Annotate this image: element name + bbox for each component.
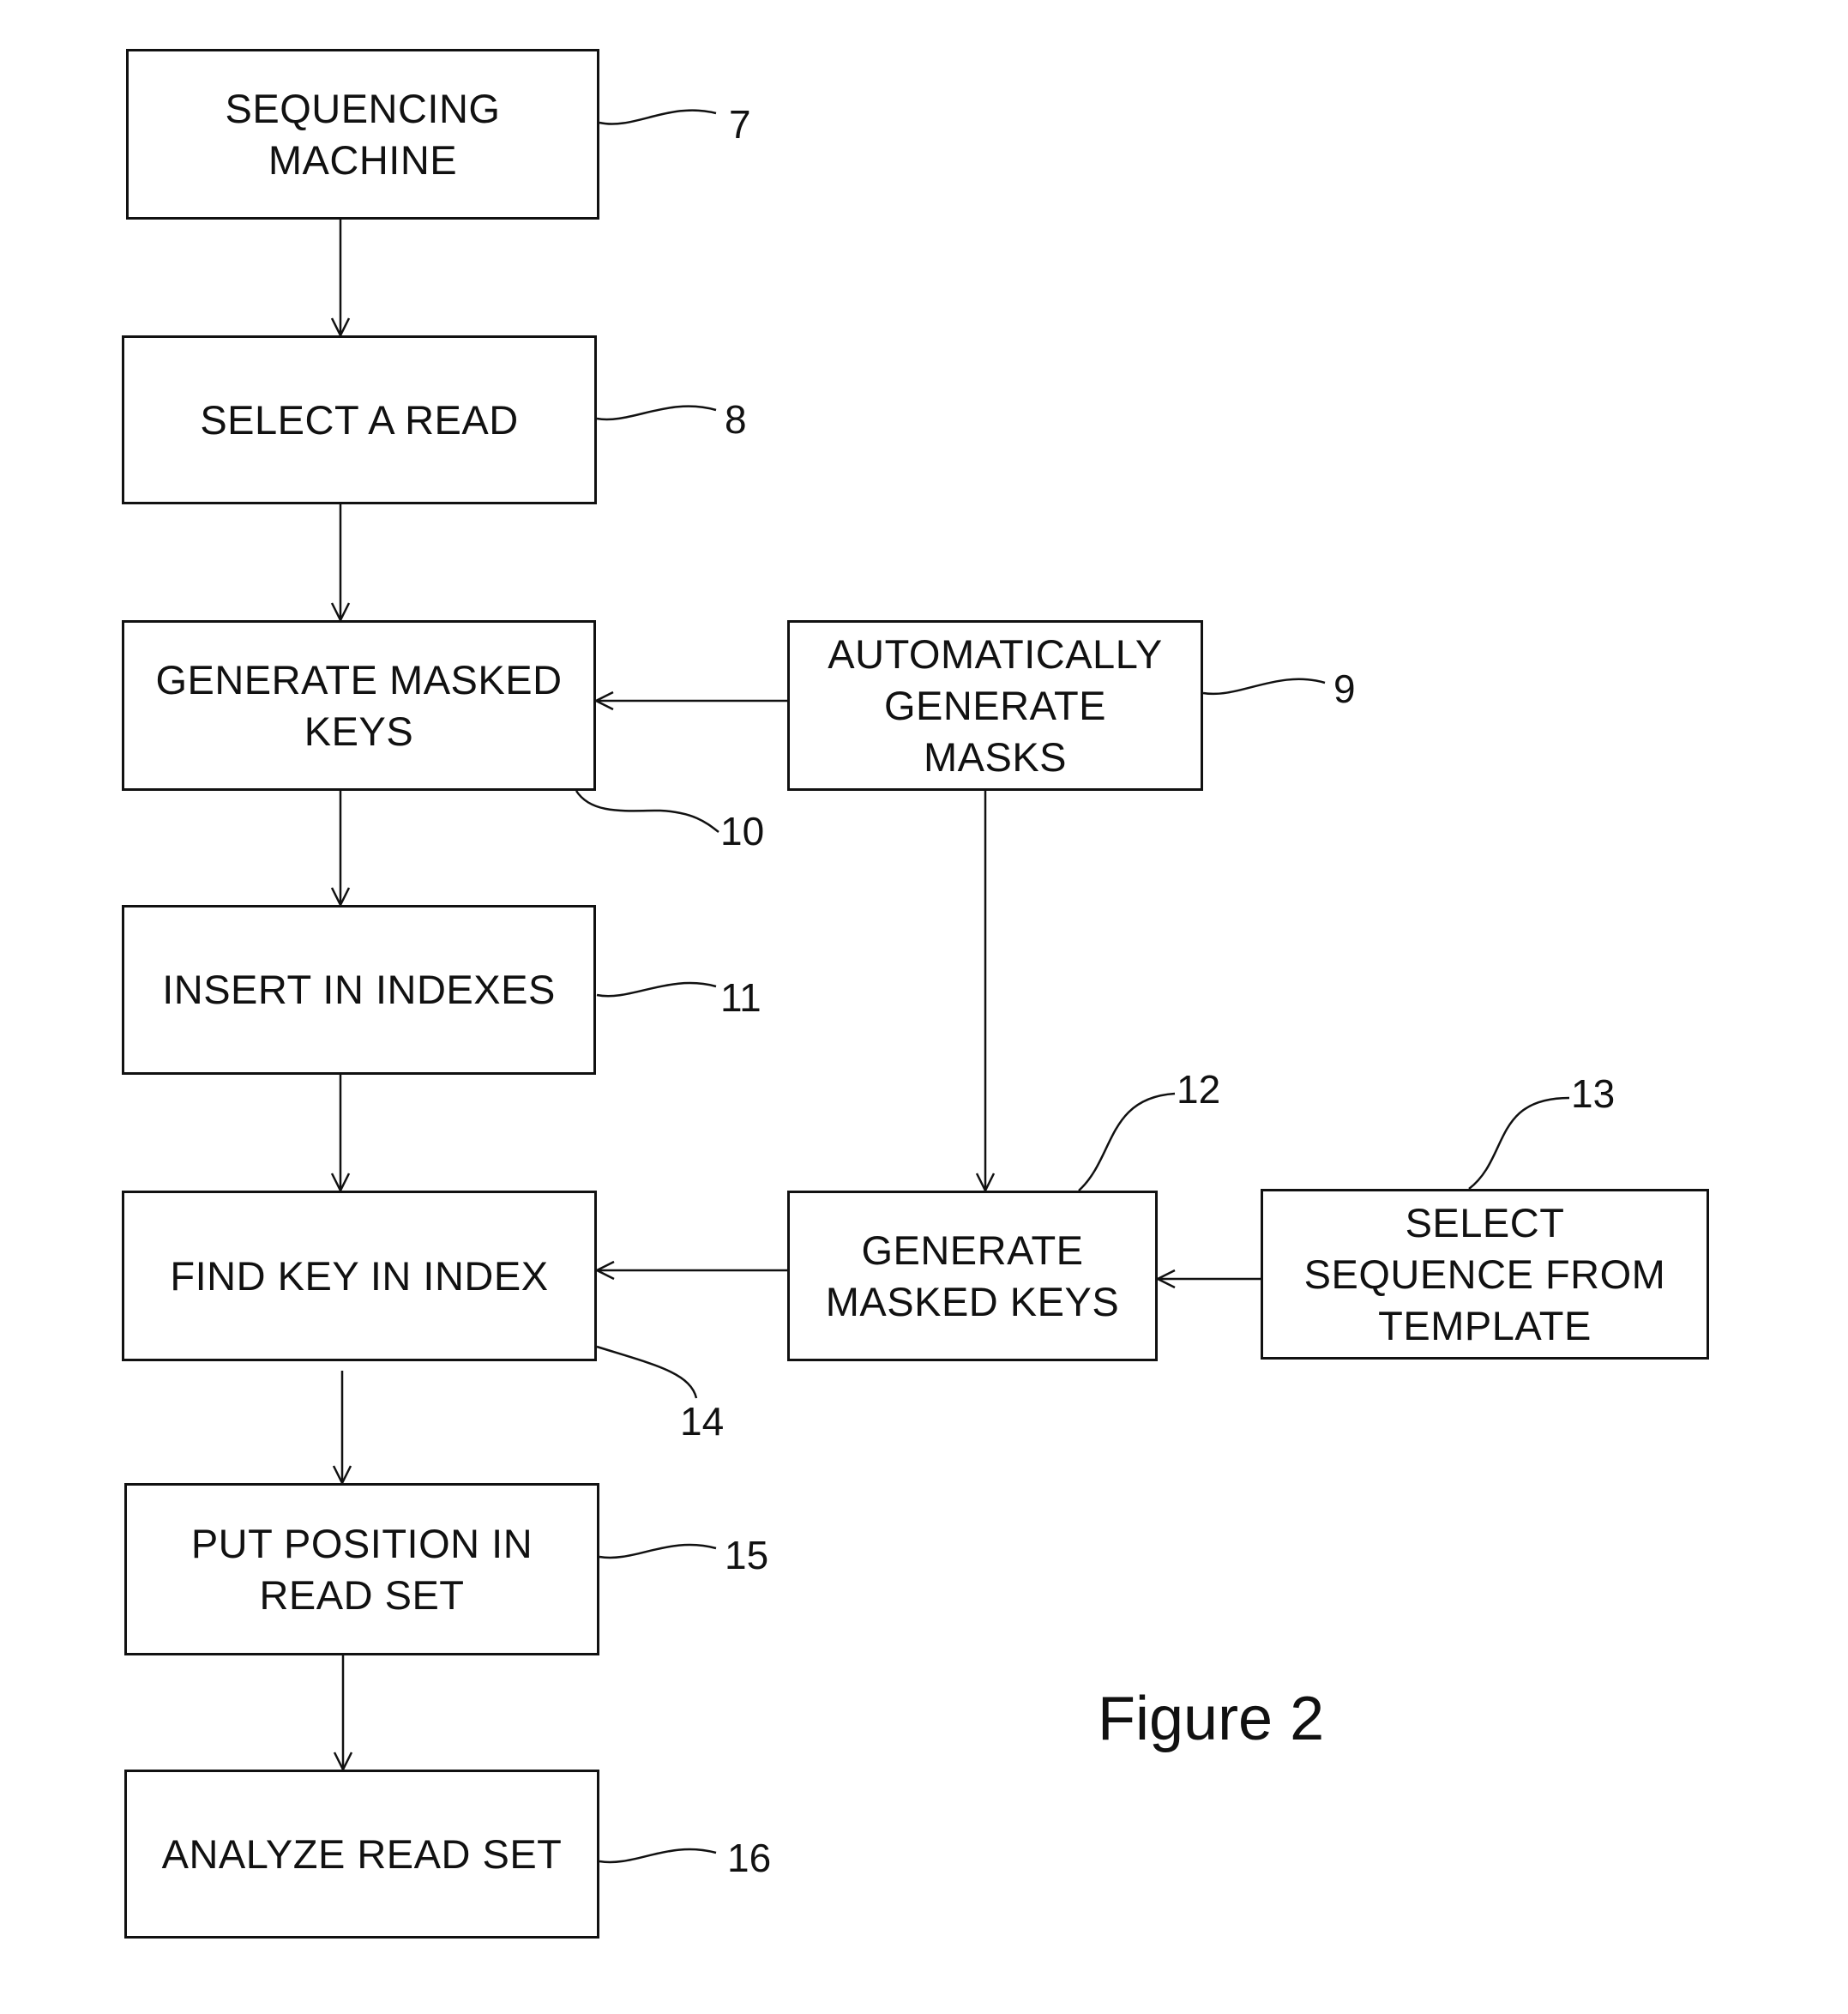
ref-numeral-7: 7 [729,102,751,147]
ref-numeral-12: 12 [1177,1067,1221,1112]
leader-10 [575,790,719,833]
node-label: SELECT SEQUENCE FROM TEMPLATE [1303,1199,1666,1348]
node-analyze-read-set: ANALYZE READ SET [124,1770,599,1939]
node-select-sequence-from-template: SELECT SEQUENCE FROM TEMPLATE [1261,1189,1709,1360]
ref-numeral-16: 16 [727,1836,772,1880]
node-insert-in-indexes: INSERT IN INDEXES [122,905,596,1075]
ref-numeral-14: 14 [680,1399,725,1444]
node-automatically-generate-masks: AUTOMATICALLY GENERATE MASKS [787,620,1203,791]
node-find-key-in-index: FIND KEY IN INDEX [122,1191,597,1361]
leader-7 [599,109,717,125]
leader-16 [599,1848,717,1864]
node-label: SELECT A READ [200,396,519,443]
node-select-a-read: SELECT A READ [122,335,597,504]
leader-11 [596,981,717,998]
node-label: GENERATE MASKED KEYS [825,1227,1120,1324]
figure-caption: Figure 2 [1098,1685,1325,1753]
node-label: PUT POSITION IN READ SET [190,1520,533,1618]
ref-numeral-9: 9 [1333,666,1356,711]
node-put-position-in-read-set: PUT POSITION IN READ SET [124,1483,599,1655]
leader-8 [596,405,717,421]
leader-12 [1078,1092,1176,1191]
ref-numeral-11: 11 [720,975,761,1020]
node-generate-masked-keys-template: GENERATE MASKED KEYS [787,1191,1158,1361]
node-label: AUTOMATICALLY GENERATE MASKS [828,630,1163,780]
node-label: SEQUENCING MACHINE [225,85,501,183]
leader-9 [1202,678,1326,696]
node-sequencing-machine: SEQUENCING MACHINE [126,49,599,220]
node-label: GENERATE MASKED KEYS [155,656,563,754]
ref-numeral-8: 8 [725,397,747,442]
node-label: ANALYZE READ SET [161,1830,563,1877]
node-label: FIND KEY IN INDEX [170,1252,549,1299]
leader-13 [1468,1096,1570,1190]
ref-numeral-10: 10 [720,809,765,853]
leader-15 [599,1543,717,1559]
node-generate-masked-keys-read: GENERATE MASKED KEYS [122,620,596,791]
ref-numeral-13: 13 [1571,1071,1616,1116]
ref-numeral-15: 15 [725,1533,769,1577]
node-label: INSERT IN INDEXES [162,967,556,1012]
leader-14 [596,1345,698,1399]
